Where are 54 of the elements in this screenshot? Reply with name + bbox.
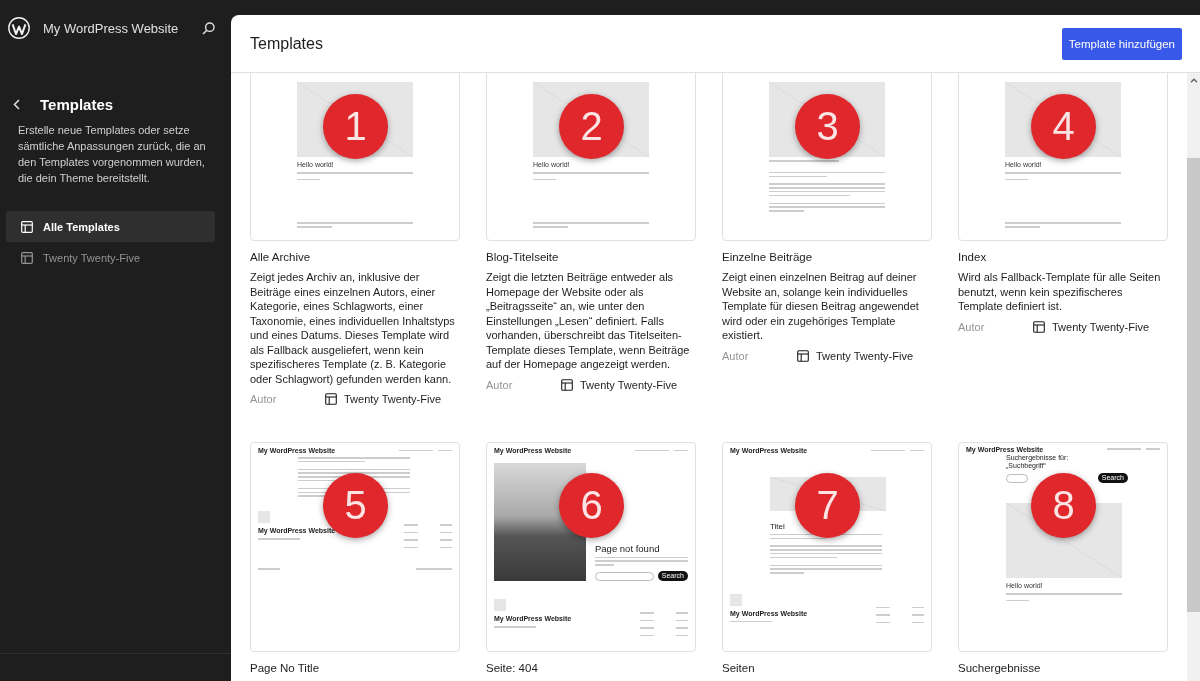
template-title: Page No Title bbox=[250, 661, 321, 675]
layout-icon bbox=[325, 393, 337, 405]
theme-name: Twenty Twenty-Five bbox=[344, 393, 441, 405]
wordpress-logo-icon[interactable] bbox=[8, 17, 30, 39]
layout-icon bbox=[1033, 320, 1045, 333]
layout-icon bbox=[797, 349, 809, 362]
logo-placeholder bbox=[494, 599, 506, 611]
sidebar-item[interactable]: Alle Templates bbox=[6, 211, 215, 242]
add-template-button[interactable]: Template hinzufügen bbox=[1061, 27, 1182, 60]
number-badge: 7 bbox=[795, 473, 860, 538]
scrollbar-thumb[interactable] bbox=[1187, 158, 1200, 612]
layout-icon bbox=[21, 251, 33, 264]
author-label: Autor bbox=[486, 378, 514, 391]
theme-name: Twenty Twenty-Five bbox=[580, 378, 677, 391]
tagline-drawing bbox=[730, 620, 772, 623]
page-title: Templates bbox=[250, 34, 323, 53]
site-title: My WordPress Website bbox=[43, 20, 180, 36]
tagline-drawing bbox=[494, 626, 536, 628]
back-chevron-icon[interactable] bbox=[13, 98, 20, 110]
preview-heading: Page not found bbox=[595, 542, 661, 554]
template-title: Seiten bbox=[722, 661, 756, 675]
author-label: Autor bbox=[250, 393, 278, 405]
footer-links-drawing bbox=[640, 612, 688, 636]
footer-links-drawing bbox=[404, 524, 452, 549]
layout-icon bbox=[21, 220, 33, 233]
footer-links-drawing bbox=[876, 606, 924, 624]
template-title: Seite: 404 bbox=[486, 661, 539, 675]
theme-name: Twenty Twenty-Five bbox=[816, 349, 913, 362]
sidebar-description: Erstelle neue Templates oder setze sämtliche Anpassungen zurück, die an den Templates vorgenommen wurden, die dein Theme bereitstellt. bbox=[17, 123, 207, 186]
template-title: Index bbox=[958, 250, 988, 264]
nav-links-drawing bbox=[635, 449, 688, 452]
tagline-drawing bbox=[258, 538, 300, 540]
author-label: Autor bbox=[722, 349, 750, 362]
sidebar-title: Templates bbox=[40, 95, 114, 113]
template-title: Einzelne Beiträge bbox=[722, 250, 814, 264]
logo-placeholder bbox=[258, 511, 270, 524]
logo-placeholder bbox=[730, 593, 742, 606]
template-preview-card[interactable]: 3 bbox=[722, 73, 932, 241]
template-title: Alle Archive bbox=[250, 250, 312, 264]
nav-links-drawing bbox=[399, 449, 452, 452]
theme-name: Twenty Twenty-Five bbox=[1052, 320, 1149, 333]
template-description: Zeigt jedes Archiv an, inklusive der Beiträge eines einzelnen Autors, einer Kategorie, eines Schlagworts, einer Taxonomie, eines individuellen Inhaltstyps und eines Datums. Dieses Template wird als Fallback ausgeliefert, wenn kein spezifischeres Template (z. B. Kategorie oder Schlagwort) gefunden werden kann. bbox=[250, 270, 456, 386]
nav-links-drawing bbox=[1107, 448, 1160, 450]
author-label: Autor bbox=[958, 320, 986, 333]
template-title: Suchergebnisse bbox=[958, 661, 1042, 675]
template-description: Zeigt einen einzelnen Beitrag auf deiner Website an, solange kein individuelles Template für diesen Beitrag angewendet wird oder ein zugehöriges Template existiert. bbox=[722, 270, 920, 343]
search-icon[interactable] bbox=[202, 21, 215, 35]
sidebar-item[interactable]: Twenty Twenty-Five bbox=[6, 242, 215, 273]
template-description: Zeigt die letzten Beiträge entweder als Homepage der Website oder als „Beitragsseite“ an, wie unter den Einstellungen „Lesen“ definiert. Falls vorhanden, überschreibt das Titelseiten-Template dieses Template, wenn Beiträge auf der Homepage angezeigt werden. bbox=[486, 270, 691, 372]
preview-heading: Titel bbox=[770, 523, 786, 532]
nav-links-drawing bbox=[871, 449, 924, 452]
template-title: Blog-Titelseite bbox=[486, 250, 560, 264]
template-description: Wird als Fallback-Template für alle Seiten benutzt, wenn kein spezifischeres Template definiert ist. bbox=[958, 270, 1162, 314]
layout-icon bbox=[561, 378, 573, 391]
